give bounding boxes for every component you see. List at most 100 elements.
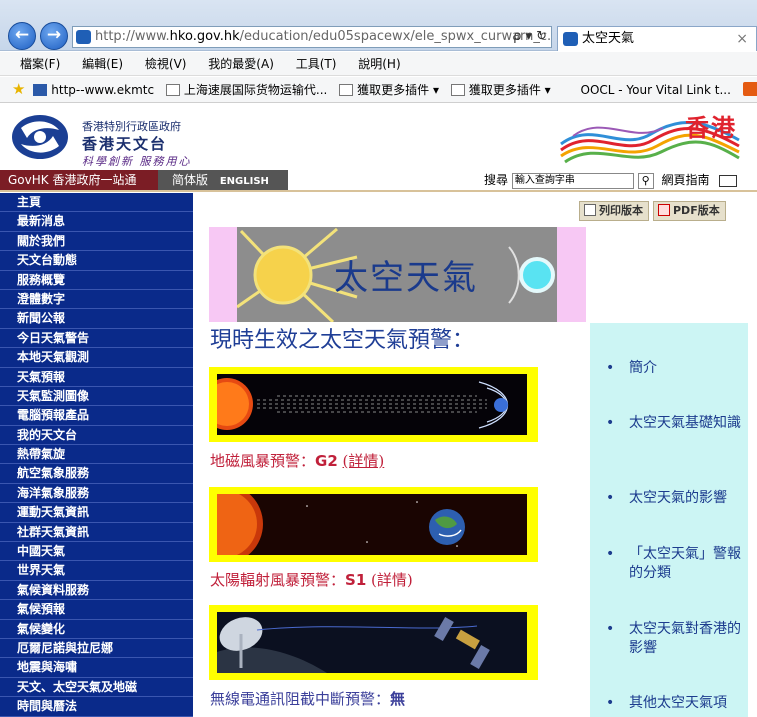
bullet-icon: • <box>606 621 615 637</box>
radio-blackout-warning: 無線電通訊阻截中斷預警：無 <box>210 688 405 709</box>
url-prefix: http://www. <box>95 29 170 44</box>
warning-label: 無線電通訊阻截中斷預警： <box>210 690 391 708</box>
ie-icon <box>563 32 578 46</box>
nav-item[interactable]: 天文台動態 <box>0 251 193 271</box>
menu-file[interactable]: 檔案(F) <box>20 52 60 76</box>
search-input[interactable]: 輸入查詢字串 <box>511 172 634 189</box>
details-link[interactable]: (詳情) <box>371 571 413 589</box>
govhk-link[interactable]: GovHK 香港政府一站通 <box>0 170 160 190</box>
solar-radiation-image <box>217 494 527 555</box>
nav-item[interactable]: 氣候變化 <box>0 620 193 639</box>
nav-item[interactable]: 運動天氣資訊 <box>0 503 193 523</box>
favorite-link[interactable]: OOCL - Your Vital Link t... <box>563 77 731 102</box>
close-tab-icon[interactable]: × <box>736 27 748 51</box>
brand-hong-kong-logo: 香港 <box>553 106 743 168</box>
forward-button[interactable]: → <box>40 22 68 50</box>
nav-item[interactable]: 氣候資料服務 <box>0 581 193 601</box>
bookmark-icon <box>33 84 48 96</box>
pdf-version-button[interactable]: PDF版本 <box>653 201 726 221</box>
nav-item[interactable]: 天氣監測圖像 <box>0 387 193 407</box>
page-icon <box>339 84 354 96</box>
brand-text: 香港 <box>685 114 737 142</box>
menu-tools[interactable]: 工具(T) <box>296 52 337 76</box>
bullet-icon: • <box>606 695 615 711</box>
nav-item[interactable]: 航空氣象服務 <box>0 464 193 484</box>
nav-item[interactable]: 新聞公報 <box>0 309 193 329</box>
pdf-icon <box>658 204 670 216</box>
english-link[interactable]: ENGLISH <box>220 176 269 187</box>
nav-item[interactable]: 天氣預報 <box>0 368 193 387</box>
warning-label: 太陽輻射風暴預警： <box>210 571 346 589</box>
nav-item[interactable]: 時間與曆法 <box>0 697 193 717</box>
address-bar[interactable]: http://www.hko.gov.hk/education/edu05spa… <box>72 26 552 48</box>
geomagnetic-storm-panel <box>209 367 538 442</box>
menu-favorites[interactable]: 我的最愛(A) <box>208 52 274 76</box>
nav-item[interactable]: 世界天氣 <box>0 561 193 581</box>
nav-item[interactable]: 地震與海嘯 <box>0 658 193 678</box>
sidebar-link-warning-classification[interactable]: • 「太空天氣」警報的分類 <box>606 545 744 583</box>
nav-item[interactable]: 海洋氣象服務 <box>0 484 193 504</box>
favorites-star-icon[interactable]: ★ <box>12 80 25 98</box>
sidebar-link-effects[interactable]: • 太空天氣的影響 <box>606 489 744 508</box>
nav-item[interactable]: 服務概覽 <box>0 271 193 290</box>
site-search: 搜尋 輸入查詢字串 ⚲ 網頁指南 <box>484 170 738 190</box>
nav-item[interactable]: 社群天氣資訊 <box>0 523 193 543</box>
browser-toolbar: ← → http://www.hko.gov.hk/education/edu0… <box>0 0 757 51</box>
geomagnetic-storm-image <box>217 374 527 435</box>
mail-icon[interactable] <box>719 174 738 187</box>
menu-view[interactable]: 檢視(V) <box>145 52 187 76</box>
menu-edit[interactable]: 編輯(E) <box>82 52 123 76</box>
favorite-link[interactable]: 獲取更多插件 ▾ <box>450 77 551 102</box>
radio-blackout-panel <box>209 605 538 680</box>
nav-item[interactable]: 澄體數字 <box>0 290 193 310</box>
favorite-link[interactable]: 獲取更多插件 ▾ <box>339 77 439 102</box>
blank-icon <box>563 84 577 96</box>
back-button[interactable]: ← <box>8 22 36 50</box>
nav-item[interactable]: 最新消息 <box>0 212 193 232</box>
nav-item[interactable]: 氣候預報 <box>0 600 193 620</box>
url-domain: hko.gov.hk <box>169 29 240 44</box>
favorite-link[interactable]: 上海速展国际货物运输代... <box>165 77 327 102</box>
warning-level: G2 <box>315 452 338 470</box>
search-icon[interactable]: ⚲ <box>637 172 654 189</box>
simplified-chinese-link[interactable]: 简体版 <box>172 173 208 187</box>
sidebar-link-other-items[interactable]: • 其他太空天氣項 <box>606 694 744 713</box>
nav-item[interactable]: 今日天氣警告 <box>0 329 193 349</box>
site-index-link[interactable]: 網頁指南 <box>662 173 710 187</box>
nav-item[interactable]: 關於我們 <box>0 232 193 252</box>
nav-item[interactable]: 我的天文台 <box>0 426 193 446</box>
menu-help[interactable]: 說明(H) <box>358 52 400 76</box>
org-name: 香港天文台 <box>82 135 168 153</box>
hko-logo-icon[interactable] <box>11 114 69 160</box>
gov-bar: GovHK 香港政府一站通 简体版 ENGLISH 搜尋 輸入查詢字串 ⚲ 網頁… <box>0 170 757 192</box>
nav-item[interactable]: 中國天氣 <box>0 542 193 562</box>
ie-icon <box>76 30 91 44</box>
sidebar-link-hong-kong-impact[interactable]: • 太空天氣對香港的影響 <box>606 620 744 658</box>
favorite-link[interactable] <box>742 77 757 102</box>
nav-item[interactable]: 熱帶氣旋 <box>0 445 193 465</box>
page-icon <box>450 84 465 96</box>
address-controls[interactable]: ρ ▾ ↻ <box>513 27 547 47</box>
warning-label: 地磁風暴預警： <box>210 452 316 470</box>
nav-item[interactable]: 本地天氣觀測 <box>0 348 193 368</box>
bullet-icon: • <box>606 415 615 431</box>
details-link[interactable]: (詳情) <box>343 452 385 470</box>
menu-bar: 檔案(F) 編輯(E) 檢視(V) 我的最愛(A) 工具(T) 說明(H) <box>0 52 757 76</box>
site-header: 香港特別行政區政府 香港天文台 科學創新 服務用心 香港 <box>0 104 757 170</box>
nav-item-home[interactable]: 主頁 <box>0 193 193 213</box>
nav-item[interactable]: 天文、太空天氣及地磁 <box>0 678 193 698</box>
topic-sidebar: • 簡介 • 太空天氣基礎知識 • 太空天氣的影響 • 「太空天氣」警報的分類 • 太空天… <box>590 323 748 717</box>
warning-level: S1 <box>345 571 367 589</box>
radio-blackout-image <box>217 612 527 673</box>
banner-image: 太空天氣 <box>237 227 557 322</box>
sidebar-link-introduction[interactable]: • 簡介 <box>606 359 744 378</box>
favorites-bar: ★ http--www.ekmtc 上海速展国际货物运输代... 獲取更多插件 … <box>0 77 757 103</box>
solar-radiation-storm-panel <box>209 487 538 562</box>
print-tools: 列印版本 PDF版本 <box>579 201 730 221</box>
sidebar-link-basics[interactable]: • 太空天氣基礎知識 <box>606 414 744 433</box>
nav-item[interactable]: 電腦預報產品 <box>0 406 193 426</box>
nav-item[interactable]: 厄爾尼諾與拉尼娜 <box>0 639 193 659</box>
print-version-button[interactable]: 列印版本 <box>579 201 649 221</box>
browser-tab[interactable]: 太空天氣 × <box>557 26 757 51</box>
favorite-link[interactable]: http--www.ekmtc <box>33 77 154 102</box>
